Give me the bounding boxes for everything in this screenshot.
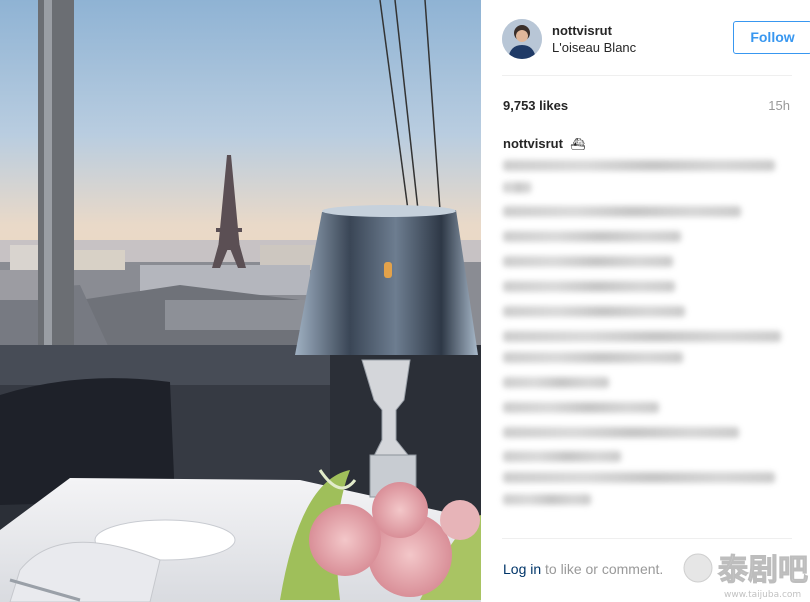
blurred-text-line bbox=[503, 494, 591, 505]
blurred-text-line bbox=[503, 472, 775, 483]
site-watermark-logo: 泰剧吧 www.taijuba.com bbox=[680, 540, 810, 602]
post-header: nottvisrut L'oiseau Blanc Follow bbox=[502, 16, 810, 76]
blurred-text-line bbox=[503, 182, 531, 193]
blurred-text-line bbox=[503, 427, 739, 438]
profile-photo-icon bbox=[502, 19, 542, 59]
likes-count[interactable]: 9,753 likes bbox=[503, 98, 568, 113]
caption: nottvisrut ⛴ bbox=[503, 135, 793, 153]
avatar[interactable] bbox=[502, 19, 542, 59]
footer-divider bbox=[502, 538, 792, 539]
ship-icon: ⛴ bbox=[570, 137, 586, 151]
blurred-text-line bbox=[503, 451, 621, 462]
blurred-text-line bbox=[503, 231, 681, 242]
location-link[interactable]: L'oiseau Blanc bbox=[552, 40, 636, 55]
blurred-text-line bbox=[503, 402, 659, 413]
follow-button[interactable]: Follow bbox=[733, 21, 810, 54]
blurred-text-line bbox=[503, 160, 775, 171]
blurred-text-line bbox=[503, 352, 683, 363]
username[interactable]: nottvisrut bbox=[552, 23, 612, 38]
blurred-text-line bbox=[503, 206, 741, 217]
svg-text:泰剧吧: 泰剧吧 bbox=[718, 553, 808, 588]
post-photo[interactable] bbox=[0, 0, 481, 602]
login-prompt: Log in to like or comment. bbox=[503, 561, 663, 577]
login-suffix: to like or comment. bbox=[541, 561, 664, 577]
blurred-text-line bbox=[503, 331, 781, 342]
caption-username[interactable]: nottvisrut bbox=[503, 136, 563, 151]
login-link[interactable]: Log in bbox=[503, 561, 541, 577]
svg-text:www.taijuba.com: www.taijuba.com bbox=[724, 590, 801, 600]
blurred-text-line bbox=[503, 281, 675, 292]
post-details-panel: nottvisrut L'oiseau Blanc Follow 9,753 l… bbox=[481, 0, 810, 602]
blurred-text-line bbox=[503, 256, 673, 267]
eiffel-view-image bbox=[0, 0, 481, 602]
blurred-text-line bbox=[503, 377, 609, 388]
blurred-text-line bbox=[503, 306, 685, 317]
post-time[interactable]: 15h bbox=[768, 98, 790, 113]
